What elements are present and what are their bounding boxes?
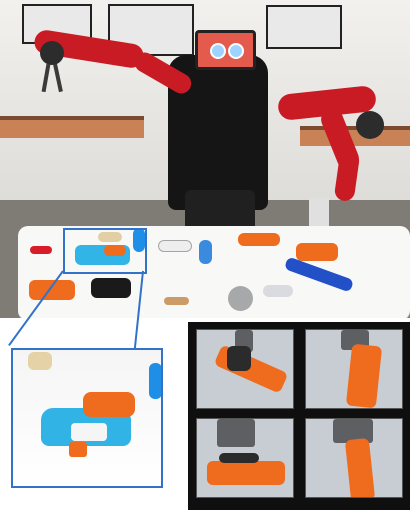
- gripper: [217, 419, 255, 447]
- orange-object: [296, 243, 338, 261]
- toy-water-gun-tank: [83, 392, 135, 417]
- robot-face-screen: [195, 30, 256, 70]
- grasped-object: [344, 437, 376, 497]
- game-controller: [91, 278, 131, 298]
- robot-eye-right: [228, 43, 244, 59]
- orange-object: [238, 233, 280, 246]
- grasp-image-bottom-right: [305, 418, 403, 498]
- toy-car: [263, 285, 293, 297]
- grasp-results-panel: [188, 322, 410, 510]
- grasp-image-bottom-left: [196, 418, 294, 498]
- grasped-object: [345, 343, 383, 408]
- arm-joint: [356, 111, 384, 139]
- grasp-image-top-left: [196, 329, 294, 409]
- desk: [300, 126, 410, 146]
- grasp-image-top-right: [305, 329, 403, 409]
- desk: [0, 116, 144, 138]
- blue-toy: [199, 240, 212, 264]
- plastic-bottle: [158, 240, 192, 252]
- finger: [227, 346, 251, 371]
- robot-eye-left: [210, 43, 226, 59]
- zoomed-object-inset: [11, 348, 163, 488]
- dog-bone: [164, 297, 189, 305]
- focus-box: [63, 228, 147, 274]
- blue-object: [149, 363, 161, 399]
- red-tool: [30, 246, 52, 254]
- toy-water-gun-trigger: [69, 442, 87, 457]
- wooden-block: [28, 352, 52, 370]
- arm-joint: [40, 41, 64, 65]
- wall-poster: [266, 5, 342, 49]
- duct-tape: [228, 286, 253, 311]
- toy-water-gun-panel: [71, 423, 107, 441]
- finger: [219, 453, 259, 463]
- grasped-object: [207, 461, 285, 485]
